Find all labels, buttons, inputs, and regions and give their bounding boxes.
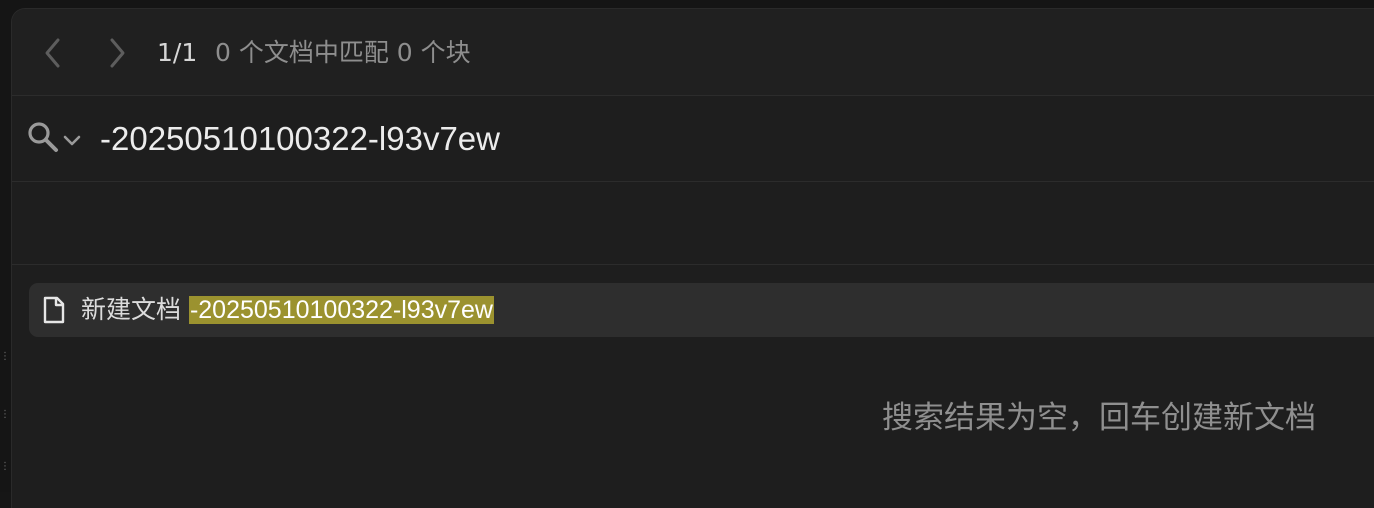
chevron-down-icon — [63, 135, 81, 146]
search-input[interactable] — [100, 116, 1300, 162]
chevron-right-icon — [110, 38, 125, 68]
search-row — [12, 96, 1374, 182]
result-highlight: -20250510100322-l93v7ew — [188, 296, 494, 324]
create-document-result[interactable]: 新建文档 -20250510100322-l93v7ew — [29, 283, 1374, 337]
search-toolbar: 1/1 0 个文档中匹配 0 个块 — [12, 9, 1374, 96]
background-dots: ⋮ — [0, 409, 10, 420]
background-dots: ⋮ — [0, 461, 10, 472]
previous-button[interactable] — [38, 33, 68, 73]
search-method-button[interactable] — [26, 118, 88, 158]
background-dots: ⋮ — [0, 351, 10, 362]
match-count: 0 个文档中匹配 0 个块 — [215, 38, 471, 67]
next-button[interactable] — [102, 33, 132, 73]
filter-area — [12, 182, 1374, 265]
chevron-left-icon — [45, 38, 60, 68]
document-icon — [43, 296, 65, 324]
result-label: 新建文档 -20250510100322-l93v7ew — [81, 294, 494, 326]
empty-result-hint: 搜索结果为空，回车创建新文档 — [882, 400, 1316, 436]
page-indicator: 1/1 — [157, 38, 198, 67]
result-prefix: 新建文档 — [81, 295, 189, 324]
search-icon — [28, 122, 58, 152]
